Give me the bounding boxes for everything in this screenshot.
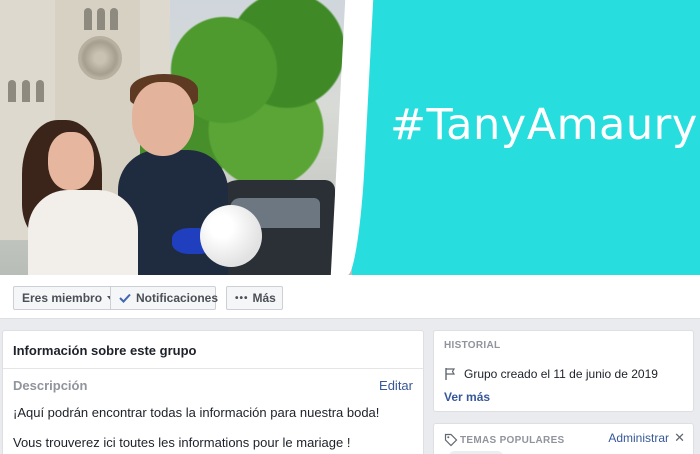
rose-window [78, 36, 122, 80]
see-more-link[interactable]: Ver más [444, 390, 490, 404]
history-title: HISTORIAL [444, 340, 501, 351]
more-button[interactable]: ••• Más [226, 286, 283, 310]
bouquet [200, 205, 262, 267]
group-action-bar: Eres miembro Notificaciones ••• Más [0, 275, 700, 319]
description-line-2: Vous trouverez ici toutes les informatio… [13, 435, 351, 450]
bride-face [48, 132, 94, 190]
bride-dress [28, 190, 138, 275]
popular-topics-card: TEMAS POPULARES Administrar ✕ [433, 423, 694, 454]
popular-topics-title: TEMAS POPULARES [460, 434, 565, 446]
manage-topics-link[interactable]: Administrar [608, 431, 669, 445]
description-header: Descripción Editar [13, 378, 413, 394]
cathedral-window [36, 80, 44, 102]
cathedral-window [84, 8, 92, 30]
member-status-label: Eres miembro [22, 291, 103, 305]
ellipsis-icon: ••• [235, 292, 249, 304]
groom-face [132, 82, 194, 156]
notifications-button[interactable]: Notificaciones [110, 286, 219, 310]
edit-description-link[interactable]: Editar [379, 378, 413, 393]
group-about-card: Información sobre este grupo Descripción… [2, 330, 424, 454]
about-card-title: Información sobre este grupo [3, 331, 423, 369]
tag-icon [444, 433, 458, 447]
description-line-1: ¡Aquí podrán encontrar todas la informac… [13, 405, 380, 420]
cathedral-window [110, 8, 118, 30]
wedding-couple-photo [0, 0, 360, 275]
popular-topics-header: TEMAS POPULARES [444, 433, 565, 447]
member-status-button[interactable]: Eres miembro [13, 286, 116, 310]
history-card: HISTORIAL Grupo creado el 11 de junio de… [433, 330, 694, 412]
cathedral-window [22, 80, 30, 102]
cathedral-window [97, 8, 105, 30]
flag-icon [445, 368, 456, 380]
cathedral-window [8, 80, 16, 102]
more-label: Más [252, 291, 276, 305]
close-icon[interactable]: ✕ [674, 430, 685, 446]
notifications-label: Notificaciones [136, 291, 219, 305]
cover-hashtag: #TanyAmaury [390, 100, 698, 150]
group-created-entry: Grupo creado el 11 de junio de 2019 [444, 367, 658, 381]
group-created-text: Grupo creado el 11 de junio de 2019 [464, 367, 658, 381]
checkmark-icon [119, 293, 136, 303]
description-label: Descripción [13, 378, 88, 393]
cover-image[interactable]: #TanyAmaury [0, 0, 700, 275]
